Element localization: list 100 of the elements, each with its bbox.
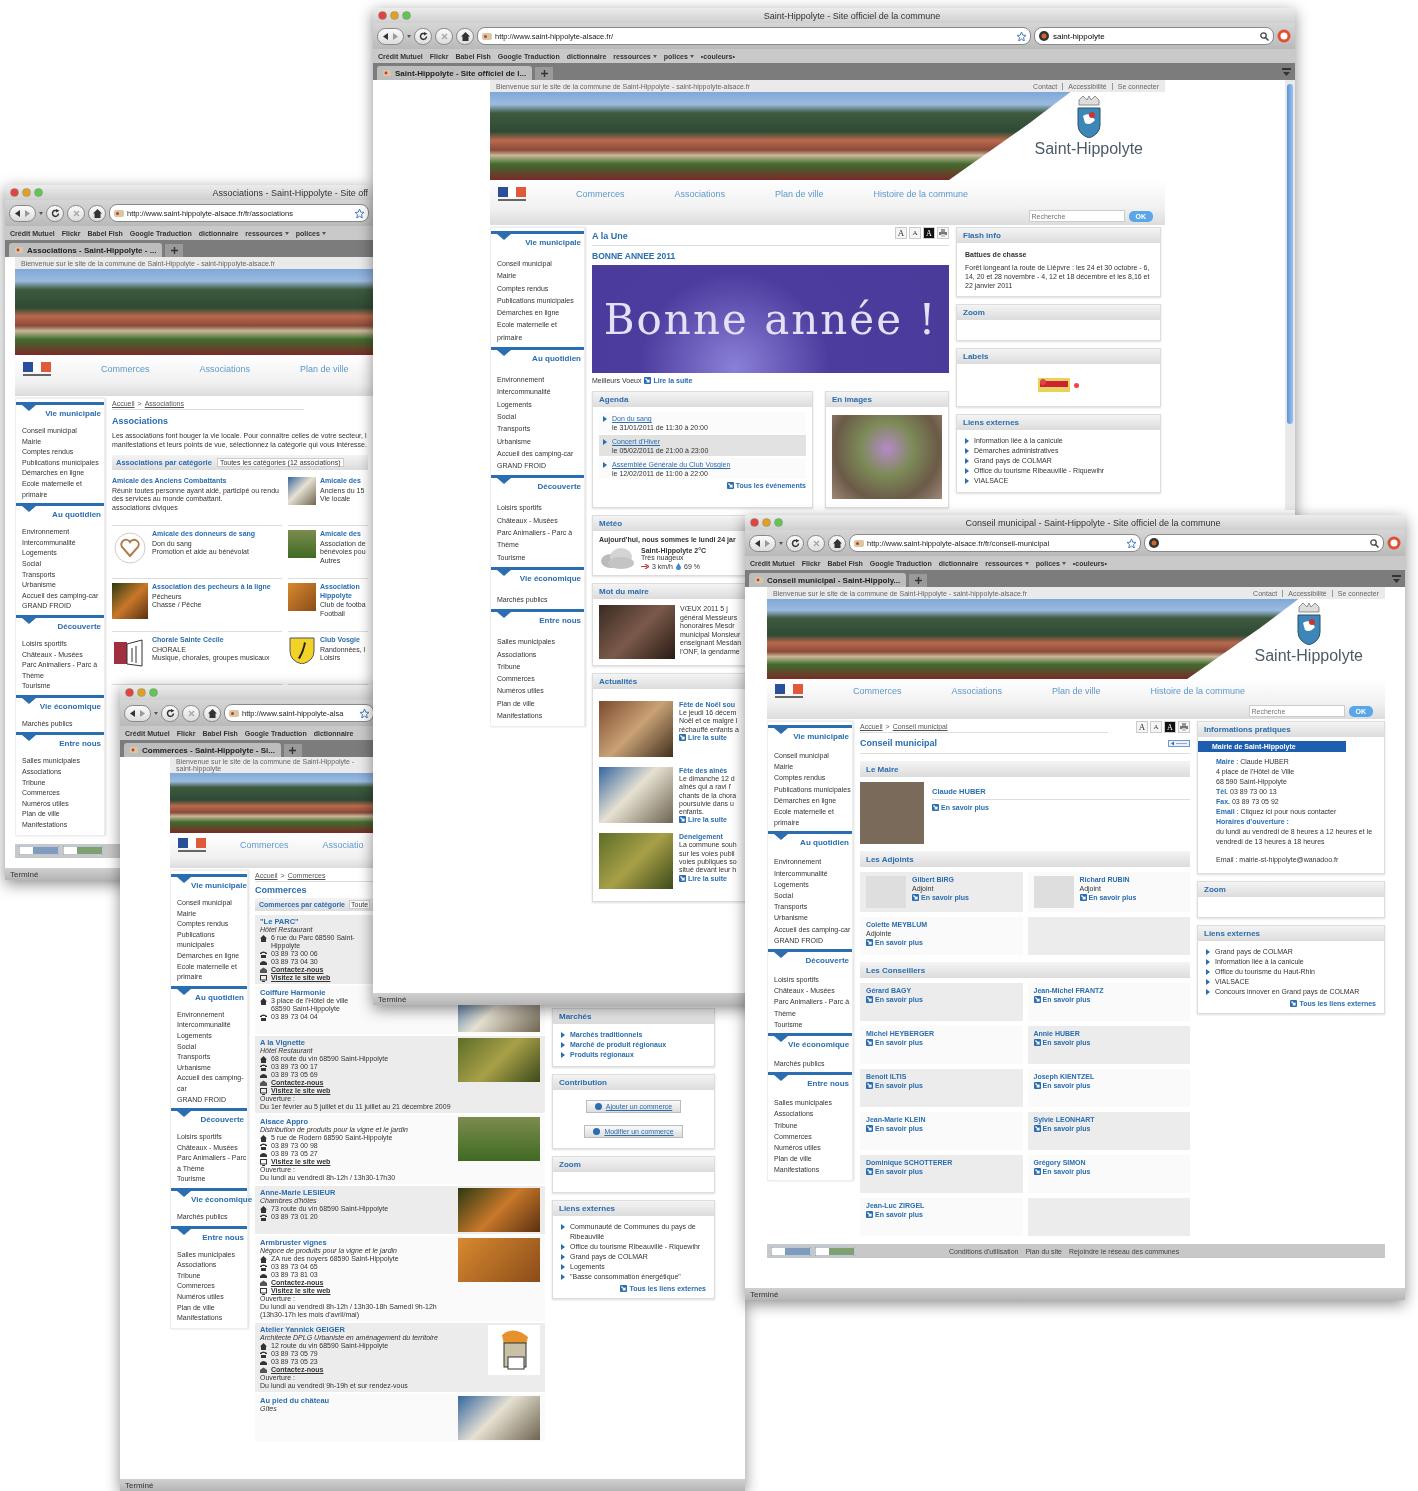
- forward-arrow-icon: [24, 209, 31, 217]
- reload-button[interactable]: [414, 27, 432, 45]
- reload-button[interactable]: [161, 704, 179, 722]
- home-button[interactable]: [456, 27, 474, 45]
- minimize-button[interactable]: [390, 11, 399, 20]
- tab-list-icon[interactable]: [1392, 575, 1401, 583]
- zoom-button[interactable]: [149, 688, 158, 697]
- status-text: Terminé: [378, 994, 407, 1004]
- monitor-icon: [260, 975, 267, 982]
- minimize-button[interactable]: [137, 688, 146, 697]
- larger-text-button[interactable]: A: [1136, 721, 1148, 733]
- forward-arrow-icon: [392, 32, 399, 40]
- addon-icon[interactable]: [1277, 29, 1291, 43]
- star-icon[interactable]: [1017, 31, 1026, 41]
- panel-header: Liens externes: [553, 1201, 714, 1216]
- zoom-button[interactable]: [402, 11, 411, 20]
- star-icon[interactable]: [1127, 538, 1136, 548]
- print-button[interactable]: [1178, 721, 1190, 733]
- caret-icon: [779, 541, 783, 545]
- back-forward-control[interactable]: [9, 204, 36, 222]
- home-button[interactable]: [88, 204, 106, 222]
- search-bar[interactable]: saint-hippolyte: [1034, 27, 1274, 45]
- heart-logo-icon: [112, 530, 148, 566]
- new-tab-button[interactable]: [535, 67, 554, 80]
- back-button[interactable]: [14, 209, 21, 217]
- browser-tab[interactable]: Commerces - Saint-Hippolyte - Si...: [124, 743, 281, 757]
- back-forward-control[interactable]: [124, 704, 151, 722]
- panel-header: Labels: [957, 349, 1160, 364]
- menu-heading: Découverte: [57, 620, 102, 631]
- back-arrow-icon: [382, 32, 389, 40]
- menu-heading: Au quotidien: [800, 837, 850, 848]
- search-bar[interactable]: [1144, 534, 1384, 552]
- new-tab-button[interactable]: [165, 244, 184, 257]
- back-forward-control[interactable]: [749, 534, 776, 552]
- home-icon: [460, 31, 470, 41]
- page-title: Commerces: [255, 884, 308, 897]
- contrast-button[interactable]: A: [923, 227, 935, 239]
- reload-icon: [50, 208, 60, 218]
- arrow-icon: [1079, 894, 1087, 901]
- close-button[interactable]: [750, 518, 759, 527]
- addon-icon[interactable]: [1387, 536, 1401, 550]
- news-title: BONNE ANNEE 2011: [592, 250, 677, 263]
- reload-button[interactable]: [786, 534, 804, 552]
- section-marker-icon: [177, 988, 191, 995]
- home-button[interactable]: [203, 704, 221, 722]
- menu-heading: Au quotidien: [195, 991, 245, 1002]
- reload-button[interactable]: [46, 204, 64, 222]
- bullet-icon: [561, 1254, 565, 1260]
- reload-icon: [165, 708, 175, 718]
- zoom-button[interactable]: [34, 188, 43, 197]
- favicon-icon: [383, 70, 391, 76]
- bullet-icon: [603, 462, 607, 468]
- star-icon[interactable]: [360, 708, 369, 718]
- contrast-button[interactable]: A: [1164, 721, 1176, 733]
- browser-tab[interactable]: Conseil municipal - Saint-Hippoly...: [749, 573, 907, 587]
- back-button[interactable]: [129, 709, 136, 717]
- browser-tab[interactable]: Associations - Saint-Hippolyte - ...: [9, 243, 163, 257]
- minimize-button[interactable]: [762, 518, 771, 527]
- forward-arrow-icon: [764, 539, 771, 547]
- new-tab-button[interactable]: [909, 574, 928, 587]
- print-button[interactable]: [937, 227, 949, 239]
- menu-heading: Vie municipale: [45, 408, 102, 418]
- validator-badge-icon: [63, 846, 103, 856]
- monitor-icon: [260, 1159, 267, 1166]
- plus-icon: [914, 577, 922, 584]
- caret-icon: [39, 211, 43, 215]
- home-button[interactable]: [828, 534, 846, 552]
- arrow-icon: [912, 894, 919, 901]
- forward-arrow-icon: [139, 709, 146, 717]
- stop-icon: [186, 708, 196, 718]
- browser-tab[interactable]: Saint-Hippolyte - Site officiel de l...: [377, 66, 533, 80]
- larger-text-button[interactable]: A: [895, 227, 907, 239]
- section-marker-icon: [177, 1111, 191, 1118]
- back-button[interactable]: [382, 32, 389, 40]
- back-forward-control[interactable]: [377, 27, 404, 45]
- arrow-icon: [866, 1125, 873, 1132]
- search-icon: [1260, 31, 1269, 41]
- tab-list-icon[interactable]: [1282, 68, 1291, 76]
- coat-of-arms-icon: [1294, 603, 1323, 645]
- coat-of-arms-icon: [1074, 96, 1103, 138]
- phone-icon: [260, 951, 267, 958]
- menu-heading: Au quotidien: [532, 353, 582, 364]
- menu-heading: Vie économique: [39, 700, 102, 711]
- minimize-button[interactable]: [22, 188, 31, 197]
- scrollbar[interactable]: [1285, 80, 1295, 510]
- bullet-icon: [561, 1224, 565, 1230]
- back-button[interactable]: [754, 539, 761, 547]
- panel-header: Liens externes: [957, 415, 1160, 430]
- close-button[interactable]: [378, 11, 387, 20]
- back-icon[interactable]: [1168, 739, 1190, 747]
- star-icon[interactable]: [355, 208, 364, 218]
- panel-header: En images: [826, 392, 948, 407]
- photo-placeholder: [112, 583, 148, 619]
- validator-badge-icon: [771, 1246, 811, 1256]
- menu-heading: Découverte: [805, 955, 850, 966]
- home-icon: [207, 708, 217, 718]
- close-button[interactable]: [10, 188, 19, 197]
- new-tab-button[interactable]: [283, 744, 302, 757]
- zoom-button[interactable]: [774, 518, 783, 527]
- close-button[interactable]: [125, 688, 134, 697]
